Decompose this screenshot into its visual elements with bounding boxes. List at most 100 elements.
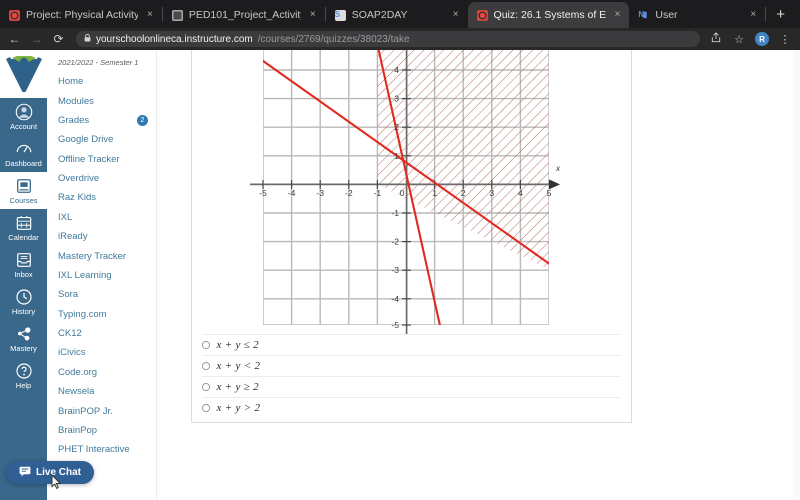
course-nav-item-overdrive[interactable]: Overdrive bbox=[47, 169, 156, 188]
profile-avatar[interactable]: R bbox=[755, 32, 769, 46]
svg-text:-1: -1 bbox=[374, 188, 382, 198]
radio-button[interactable] bbox=[202, 404, 210, 412]
bookmark-star-icon[interactable]: ☆ bbox=[732, 33, 746, 46]
browser-tab-0[interactable]: Project: Physical Activity Log × bbox=[0, 2, 162, 28]
page-scrollbar[interactable] bbox=[793, 50, 800, 500]
browser-menu-icon[interactable]: ⋮ bbox=[778, 33, 792, 46]
answer-choice-2[interactable]: x + y ≥ 2 bbox=[202, 376, 621, 397]
course-nav-item-modules[interactable]: Modules bbox=[47, 91, 156, 110]
reload-icon[interactable]: ⟳ bbox=[52, 33, 65, 45]
svg-text:3: 3 bbox=[489, 188, 494, 198]
sidebar-item-account[interactable]: Account bbox=[0, 98, 47, 135]
sidebar-item-help[interactable]: Help bbox=[0, 357, 47, 394]
course-nav-item-offline-tracker[interactable]: Offline Tracker bbox=[47, 150, 156, 169]
answer-choices: x + y ≤ 2 x + y < 2 x + y ≥ 2 x + y > 2 bbox=[192, 334, 631, 422]
sidebar-item-courses[interactable]: Courses bbox=[0, 172, 47, 209]
sidebar-item-calendar[interactable]: Calendar bbox=[0, 209, 47, 246]
course-nav-label: PHET Interactive bbox=[58, 444, 130, 456]
answer-choice-1[interactable]: x + y < 2 bbox=[202, 355, 621, 376]
tab-close-icon[interactable]: × bbox=[612, 10, 624, 20]
answer-choice-label: x + y ≥ 2 bbox=[216, 381, 259, 393]
inequality-graph: -5 -4 -3 -2 -1 0 1 2 3 4 5 4 3 2 1 -1 -2… bbox=[192, 50, 631, 334]
course-nav-item-ixl-learning[interactable]: IXL Learning bbox=[47, 266, 156, 285]
course-nav-item-phet-interactive[interactable]: PHET Interactive bbox=[47, 440, 156, 459]
canvas-icon bbox=[9, 9, 20, 21]
answer-choice-0[interactable]: x + y ≤ 2 bbox=[202, 334, 621, 355]
tab-title: User bbox=[655, 9, 678, 21]
course-nav-label: iCivics bbox=[58, 347, 86, 359]
mastery-icon bbox=[17, 327, 30, 341]
browser-tab-4[interactable]: N ▮ User × bbox=[629, 2, 765, 28]
sidebar-item-mastery[interactable]: Mastery bbox=[0, 320, 47, 357]
course-nav-item-brainpop[interactable]: BrainPop bbox=[47, 421, 156, 440]
browser-tab-1[interactable]: PED101_Project_ActivityLog.p × bbox=[163, 2, 325, 28]
answer-choice-label: x + y > 2 bbox=[216, 402, 261, 414]
course-nav-label: Offline Tracker bbox=[58, 153, 120, 165]
course-nav-label: Raz Kids bbox=[58, 192, 97, 204]
courses-icon bbox=[16, 179, 31, 193]
course-nav-label: BrainPop bbox=[58, 424, 98, 436]
course-nav-item-mastery-tracker[interactable]: Mastery Tracker bbox=[47, 246, 156, 265]
tab-close-icon[interactable]: × bbox=[307, 10, 319, 20]
browser-window: Project: Physical Activity Log × PED101_… bbox=[0, 0, 800, 500]
browser-tabstrip: Project: Physical Activity Log × PED101_… bbox=[0, 0, 800, 28]
canvas-global-nav: Account Dashboard Courses Calendar Inbox… bbox=[0, 50, 47, 500]
document-icon bbox=[171, 9, 183, 21]
tab-close-icon[interactable]: × bbox=[747, 10, 759, 20]
browser-tab-3[interactable]: Quiz: 26.1 Systems of Equation × bbox=[467, 2, 630, 28]
live-chat-button[interactable]: Live Chat bbox=[6, 461, 95, 484]
course-nav-item-grades[interactable]: Grades 2 bbox=[47, 111, 156, 130]
course-nav-item-google-drive[interactable]: Google Drive bbox=[47, 130, 156, 149]
new-tab-button[interactable]: + bbox=[766, 2, 795, 28]
course-nav-item-code-org[interactable]: Code.org bbox=[47, 363, 156, 382]
svg-text:-5: -5 bbox=[259, 188, 267, 198]
sidebar-item-dashboard[interactable]: Dashboard bbox=[0, 135, 47, 172]
radio-button[interactable] bbox=[202, 362, 210, 370]
radio-button[interactable] bbox=[202, 383, 210, 391]
tab-list-chevron-down-icon[interactable]: ⌄ bbox=[795, 2, 800, 28]
sidebar-item-inbox[interactable]: Inbox bbox=[0, 246, 47, 283]
sidebar-item-label: History bbox=[11, 307, 36, 316]
inbox-icon bbox=[16, 253, 31, 267]
svg-text:-4: -4 bbox=[288, 188, 296, 198]
course-nav-item-ck12[interactable]: CK12 bbox=[47, 324, 156, 343]
course-nav-label: BrainPOP Jr. bbox=[58, 405, 113, 417]
sidebar-item-label: Dashboard bbox=[5, 159, 42, 168]
radio-button[interactable] bbox=[202, 341, 210, 349]
course-nav-item-iready[interactable]: iReady bbox=[47, 227, 156, 246]
course-nav-label: CK12 bbox=[58, 328, 82, 340]
tab-close-icon[interactable]: × bbox=[144, 10, 156, 20]
course-nav-item-icivics[interactable]: iCivics bbox=[47, 343, 156, 362]
answer-choice-label: x + y ≤ 2 bbox=[216, 339, 259, 351]
sidebar-item-label: Mastery bbox=[10, 344, 37, 353]
svg-text:-3: -3 bbox=[316, 188, 324, 198]
back-arrow-icon[interactable]: ← bbox=[8, 33, 21, 45]
dashboard-icon bbox=[16, 144, 31, 153]
tab-close-icon[interactable]: × bbox=[450, 10, 462, 20]
svg-text:-5: -5 bbox=[391, 320, 399, 330]
address-bar[interactable]: yourschoolonlineca.instructure.com/cours… bbox=[76, 31, 700, 47]
school-logo[interactable] bbox=[0, 50, 47, 98]
graph-svg: -5 -4 -3 -2 -1 0 1 2 3 4 5 4 3 2 1 -1 -2… bbox=[250, 50, 561, 334]
course-nav-item-home[interactable]: Home bbox=[47, 72, 156, 91]
answer-choice-3[interactable]: x + y > 2 bbox=[202, 397, 621, 418]
forward-arrow-icon[interactable]: → bbox=[30, 33, 43, 45]
course-nav-label: iReady bbox=[58, 231, 88, 243]
tab-title: SOAP2DAY bbox=[351, 9, 408, 21]
sidebar-item-label: Inbox bbox=[14, 270, 33, 279]
ne-letter-icon: N ▮ bbox=[638, 9, 647, 19]
share-icon[interactable] bbox=[709, 32, 723, 46]
course-nav-item-newsela[interactable]: Newsela bbox=[47, 382, 156, 401]
url-path: /courses/2769/quizzes/38023/take bbox=[257, 33, 410, 45]
sidebar-item-history[interactable]: History bbox=[0, 283, 47, 320]
course-nav-item-typing-com[interactable]: Typing.com bbox=[47, 305, 156, 324]
course-nav-item-ixl[interactable]: IXL bbox=[47, 208, 156, 227]
browser-tab-2[interactable]: S SOAP2DAY × bbox=[326, 2, 468, 28]
course-nav-item-raz-kids[interactable]: Raz Kids bbox=[47, 188, 156, 207]
tab-title: Quiz: 26.1 Systems of Equation bbox=[493, 9, 606, 21]
tab-title: PED101_Project_ActivityLog.p bbox=[188, 9, 301, 21]
course-nav-item-brainpop-jr[interactable]: BrainPOP Jr. bbox=[47, 401, 156, 420]
sidebar-item-label: Calendar bbox=[8, 233, 39, 242]
course-nav-item-sora[interactable]: Sora bbox=[47, 285, 156, 304]
svg-text:-2: -2 bbox=[345, 188, 353, 198]
